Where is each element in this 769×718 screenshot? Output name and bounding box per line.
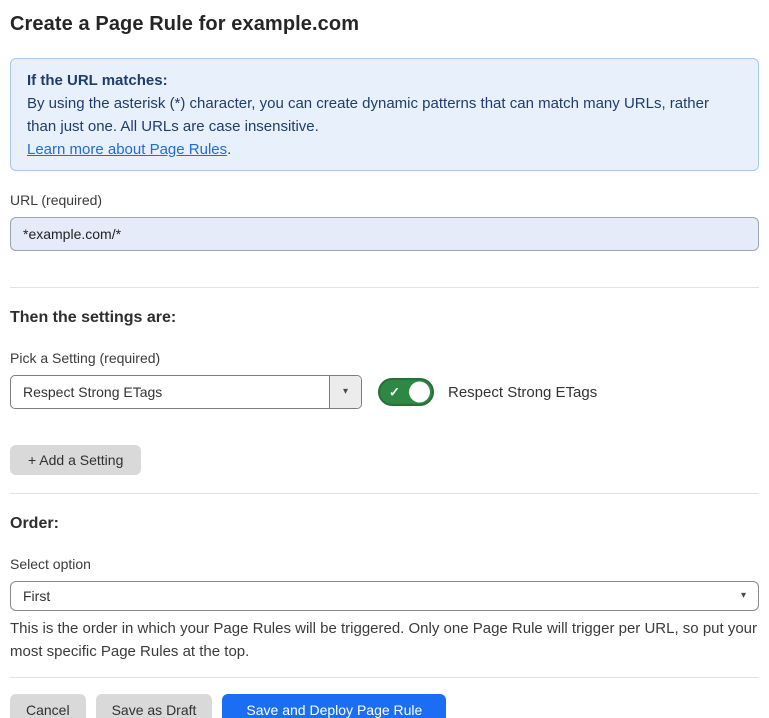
order-section-heading: Order:: [10, 514, 759, 534]
divider-footer: [10, 677, 759, 678]
page-title: Create a Page Rule for example.com: [10, 12, 759, 36]
setting-select-value: Respect Strong ETags: [11, 376, 329, 408]
divider-url-settings: [10, 287, 759, 288]
save-deploy-button[interactable]: Save and Deploy Page Rule: [222, 694, 446, 718]
link-suffix-period: .: [227, 141, 231, 158]
cancel-button[interactable]: Cancel: [10, 694, 86, 718]
chevron-down-icon: ▾: [343, 387, 348, 397]
order-select-label: Select option: [10, 556, 759, 573]
settings-section-heading: Then the settings are:: [10, 308, 759, 328]
check-icon: ✓: [389, 386, 400, 399]
toggle-knob: [409, 382, 430, 403]
create-page-rule-form: Create a Page Rule for example.com If th…: [0, 0, 769, 718]
order-help-text: This is the order in which your Page Rul…: [10, 617, 759, 663]
divider-settings-order: [10, 493, 759, 494]
footer-actions: Cancel Save as Draft Save and Deploy Pag…: [10, 694, 759, 718]
info-box-heading: If the URL matches:: [27, 69, 742, 92]
order-select-value: First: [23, 588, 50, 604]
add-setting-button[interactable]: + Add a Setting: [10, 445, 141, 475]
toggle-label: Respect Strong ETags: [448, 384, 597, 401]
chevron-down-icon: ▾: [741, 591, 746, 601]
order-select[interactable]: First ▾: [10, 581, 759, 611]
setting-row: Respect Strong ETags ▾ ✓ Respect Strong …: [10, 375, 759, 409]
url-input[interactable]: [10, 217, 759, 251]
info-box-link-line: Learn more about Page Rules.: [27, 138, 742, 161]
setting-select[interactable]: Respect Strong ETags ▾: [10, 375, 362, 409]
url-match-info-box: If the URL matches: By using the asteris…: [10, 58, 759, 171]
setting-toggle[interactable]: ✓: [378, 378, 434, 406]
setting-picker-label: Pick a Setting (required): [10, 350, 759, 367]
url-field-label: URL (required): [10, 192, 759, 209]
learn-more-link[interactable]: Learn more about Page Rules: [27, 141, 227, 158]
setting-select-arrow-button[interactable]: ▾: [329, 376, 361, 408]
save-draft-button[interactable]: Save as Draft: [96, 694, 213, 718]
info-box-body: By using the asterisk (*) character, you…: [27, 92, 742, 138]
